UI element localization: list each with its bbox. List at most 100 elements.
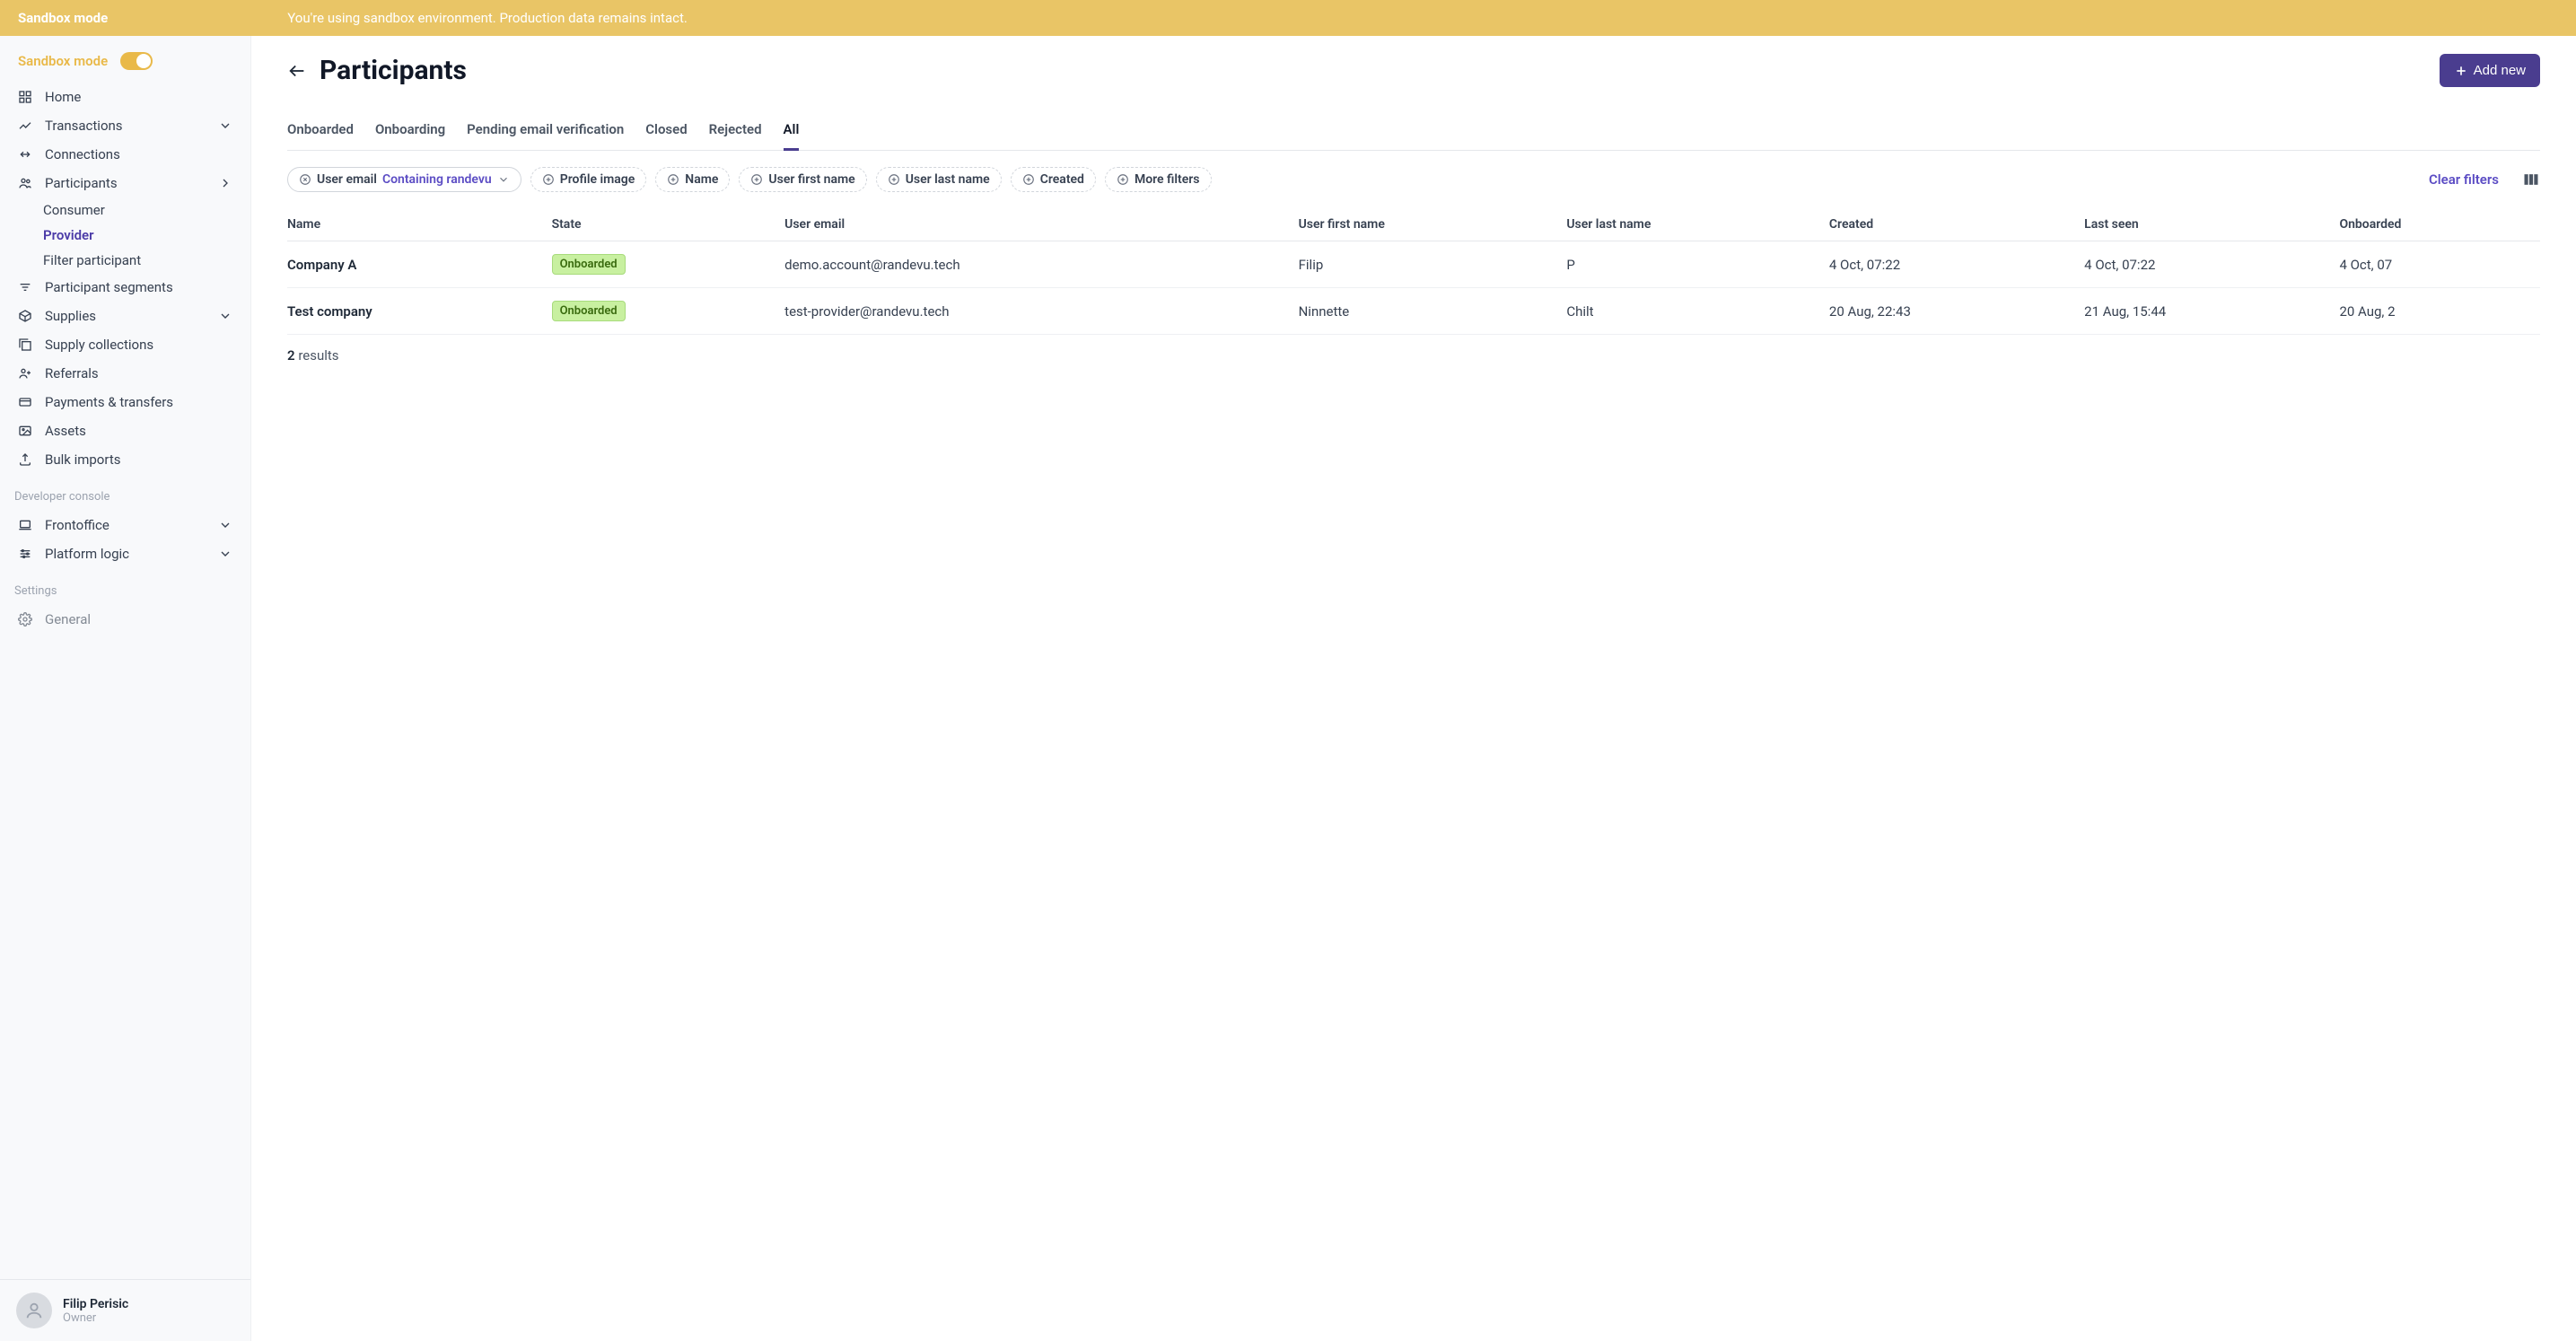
filter-chip-user-email[interactable]: User email Containing randevu — [287, 167, 521, 192]
th-user-first-name[interactable]: User first name — [1299, 208, 1567, 241]
nav-general[interactable]: General — [0, 605, 250, 634]
remove-icon[interactable] — [299, 173, 311, 186]
cell-first-name: Filip — [1299, 241, 1567, 288]
clear-filters-button[interactable]: Clear filters — [2429, 171, 2499, 188]
filter-chip-user-last-name[interactable]: User last name — [876, 167, 1002, 192]
nav-supplies[interactable]: Supplies — [0, 302, 250, 330]
nav-sub-filter-participant[interactable]: Filter participant — [0, 248, 250, 273]
people-icon — [18, 176, 32, 190]
nav-label: Referrals — [45, 365, 99, 381]
nav-sub-provider[interactable]: Provider — [0, 223, 250, 248]
nav-label: General — [45, 611, 91, 627]
nav-frontoffice[interactable]: Frontoffice — [0, 511, 250, 539]
nav-home[interactable]: Home — [0, 83, 250, 111]
filter-chip-created[interactable]: Created — [1011, 167, 1096, 192]
nav-referrals[interactable]: Referrals — [0, 359, 250, 388]
cell-email: demo.account@randevu.tech — [784, 241, 1298, 288]
sliders-icon — [18, 547, 32, 561]
page-title: Participants — [320, 55, 467, 86]
nav-platform-logic[interactable]: Platform logic — [0, 539, 250, 568]
section-settings: Settings — [0, 568, 250, 605]
tab-closed[interactable]: Closed — [645, 114, 687, 150]
columns-button[interactable] — [2522, 171, 2540, 188]
sidebar-user[interactable]: Filip Perisic Owner — [0, 1279, 250, 1341]
th-state[interactable]: State — [552, 208, 785, 241]
th-user-last-name[interactable]: User last name — [1566, 208, 1829, 241]
nav-label: Platform logic — [45, 546, 129, 562]
gear-icon — [18, 612, 32, 627]
back-button[interactable] — [287, 61, 307, 81]
sandbox-toggle[interactable] — [120, 52, 153, 70]
cell-last-name: P — [1566, 241, 1829, 288]
chevron-right-icon — [218, 176, 232, 190]
tab-rejected[interactable]: Rejected — [709, 114, 762, 150]
th-created[interactable]: Created — [1829, 208, 2084, 241]
add-new-button[interactable]: Add new — [2440, 54, 2540, 87]
nav-label: Participants — [45, 175, 118, 191]
th-last-seen[interactable]: Last seen — [2084, 208, 2339, 241]
filter-chip-name[interactable]: Name — [655, 167, 730, 192]
plus-circle-icon — [1022, 173, 1035, 186]
th-user-email[interactable]: User email — [784, 208, 1298, 241]
chip-label: More filters — [1135, 172, 1200, 187]
nav-label: Connections — [45, 146, 120, 162]
card-icon — [18, 395, 32, 409]
th-onboarded[interactable]: Onboarded — [2339, 208, 2540, 241]
chip-value: Containing randevu — [382, 172, 492, 187]
chevron-down-icon — [218, 118, 232, 133]
avatar — [16, 1293, 52, 1328]
laptop-icon — [18, 518, 32, 532]
chevron-down-icon — [218, 309, 232, 323]
cell-name: Company A — [287, 241, 552, 288]
user-name: Filip Perisic — [63, 1297, 128, 1311]
upload-icon — [18, 452, 32, 467]
plus-circle-icon — [888, 173, 900, 186]
tab-all[interactable]: All — [784, 114, 800, 150]
chip-label: User first name — [768, 172, 854, 187]
plus-circle-icon — [1117, 173, 1129, 186]
tab-onboarding[interactable]: Onboarding — [375, 114, 445, 150]
table-row[interactable]: Test company Onboarded test-provider@ran… — [287, 288, 2540, 335]
table-wrap: Name State User email User first name Us… — [287, 208, 2540, 335]
cell-last-name: Chilt — [1566, 288, 1829, 335]
nav-label: Supplies — [45, 308, 96, 324]
plus-circle-icon — [667, 173, 679, 186]
nav-participants[interactable]: Participants — [0, 169, 250, 197]
tab-onboarded[interactable]: Onboarded — [287, 114, 354, 150]
nav-transactions[interactable]: Transactions — [0, 111, 250, 140]
nav-assets[interactable]: Assets — [0, 416, 250, 445]
cell-last-seen: 21 Aug, 15:44 — [2084, 288, 2339, 335]
status-badge: Onboarded — [552, 301, 626, 321]
chip-label: Created — [1040, 172, 1084, 187]
plus-circle-icon — [750, 173, 763, 186]
results-label: results — [298, 347, 338, 364]
connections-icon — [18, 147, 32, 162]
cell-created: 20 Aug, 22:43 — [1829, 288, 2084, 335]
nav-sub-consumer[interactable]: Consumer — [0, 197, 250, 223]
chip-label: User email — [317, 172, 377, 187]
box-icon — [18, 309, 32, 323]
page-header: Participants Add new — [287, 54, 2540, 87]
nav-connections[interactable]: Connections — [0, 140, 250, 169]
table-row[interactable]: Company A Onboarded demo.account@randevu… — [287, 241, 2540, 288]
th-name[interactable]: Name — [287, 208, 552, 241]
tab-pending[interactable]: Pending email verification — [467, 114, 624, 150]
results-number: 2 — [287, 347, 295, 364]
nav-label: Assets — [45, 423, 86, 439]
chip-label: Profile image — [560, 172, 635, 187]
collections-icon — [18, 337, 32, 352]
dashboard-icon — [18, 90, 32, 104]
nav-bulk-imports[interactable]: Bulk imports — [0, 445, 250, 474]
cell-email: test-provider@randevu.tech — [784, 288, 1298, 335]
participants-table: Name State User email User first name Us… — [287, 208, 2540, 335]
filter-chip-more[interactable]: More filters — [1105, 167, 1212, 192]
chip-label: User last name — [906, 172, 990, 187]
filter-chip-profile-image[interactable]: Profile image — [530, 167, 647, 192]
nav-participant-segments[interactable]: Participant segments — [0, 273, 250, 302]
filter-chip-user-first-name[interactable]: User first name — [739, 167, 866, 192]
banner-title: Sandbox mode — [18, 10, 108, 26]
tabs: Onboarded Onboarding Pending email verif… — [287, 114, 2540, 151]
nav-supply-collections[interactable]: Supply collections — [0, 330, 250, 359]
nav-payments[interactable]: Payments & transfers — [0, 388, 250, 416]
plus-circle-icon — [542, 173, 555, 186]
